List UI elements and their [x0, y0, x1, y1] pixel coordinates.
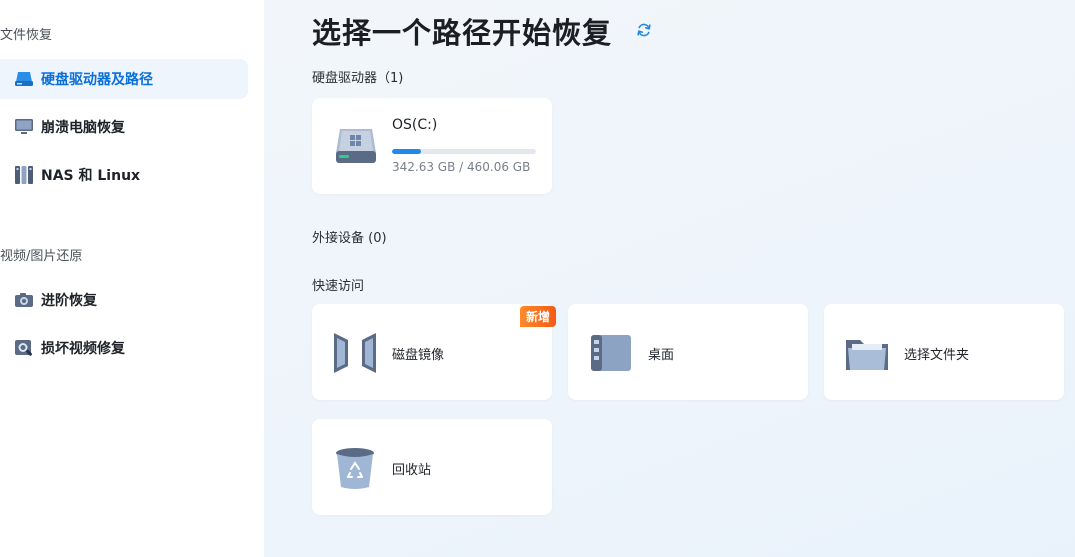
external-group-label: 外接设备 (0)	[312, 231, 387, 246]
drive-icon	[14, 69, 34, 89]
sidebar-item-crashed-pc[interactable]: 崩溃电脑恢复	[0, 107, 248, 147]
sidebar-item-video-repair[interactable]: 损坏视频修复	[0, 328, 248, 368]
sidebar: 文件恢复 硬盘驱动器及路径 崩溃电脑恢复 NAS 和 Linux 视频/图片还原…	[0, 0, 264, 557]
quick-access-label-text: 磁盘镜像	[392, 348, 445, 363]
camera-icon	[14, 290, 34, 310]
section-label-file-recovery: 文件恢复	[0, 28, 53, 43]
page-title: 选择一个路径开始恢复	[312, 16, 613, 50]
sidebar-item-label: 崩溃电脑恢复	[41, 120, 125, 136]
recycle-bin-icon	[332, 445, 378, 491]
drive-name: OS(C:)	[392, 117, 438, 133]
quick-access-label-text: 回收站	[392, 463, 432, 478]
monitor-icon	[14, 117, 34, 137]
new-badge: 新增	[519, 306, 556, 327]
disk-image-icon	[332, 330, 378, 376]
sidebar-item-label: 硬盘驱动器及路径	[41, 72, 153, 88]
video-repair-icon	[14, 338, 34, 358]
refresh-icon[interactable]	[636, 22, 652, 38]
quick-access-recycle-bin[interactable]: 回收站	[312, 419, 552, 515]
section-label-video-photo: 视频/图片还原	[0, 249, 83, 264]
drive-usage-fill	[392, 149, 421, 154]
sidebar-item-drives[interactable]: 硬盘驱动器及路径	[0, 59, 248, 99]
quick-access-desktop[interactable]: 桌面	[568, 304, 808, 400]
nas-icon	[14, 165, 34, 185]
sidebar-item-label: NAS 和 Linux	[41, 168, 141, 184]
hard-drive-icon	[334, 125, 378, 171]
quick-access-label-text: 选择文件夹	[904, 348, 970, 363]
main-content: 选择一个路径开始恢复 硬盘驱动器（1) OS(C:) 342.63 GB / 4…	[264, 0, 1075, 557]
sidebar-item-nas-linux[interactable]: NAS 和 Linux	[0, 155, 248, 195]
drive-size: 342.63 GB / 460.06 GB	[392, 160, 531, 174]
quick-access-disk-image[interactable]: 磁盘镜像 新增	[312, 304, 556, 400]
sidebar-item-advanced-recovery[interactable]: 进阶恢复	[0, 280, 248, 320]
sidebar-item-label: 进阶恢复	[41, 293, 97, 309]
drive-usage-bar	[392, 149, 536, 154]
sidebar-item-label: 损坏视频修复	[41, 341, 125, 357]
quick-access-select-folder[interactable]: 选择文件夹	[824, 304, 1064, 400]
drive-card-c[interactable]: OS(C:) 342.63 GB / 460.06 GB	[312, 98, 552, 194]
folder-icon	[844, 330, 890, 376]
quick-access-label: 快速访问	[312, 279, 365, 294]
quick-access-label-text: 桌面	[648, 348, 675, 363]
desktop-icon	[588, 330, 634, 376]
drives-group-label: 硬盘驱动器（1)	[312, 71, 404, 86]
